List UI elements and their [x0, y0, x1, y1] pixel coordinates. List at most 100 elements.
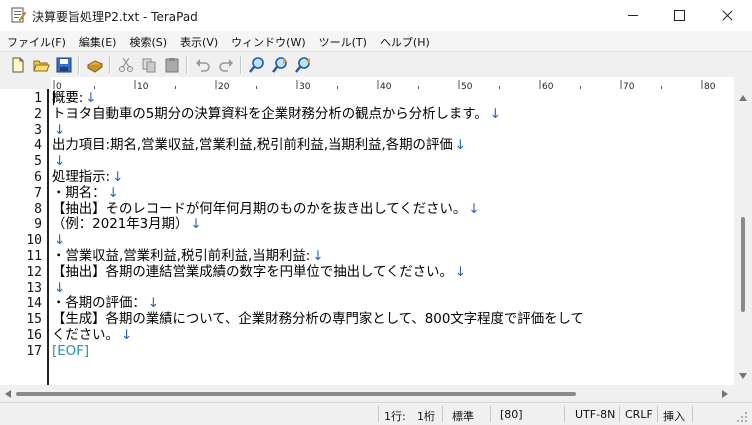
menu-help[interactable]: ヘルプ(H) — [373, 31, 436, 51]
status-separator — [692, 406, 693, 422]
undo-icon[interactable] — [194, 56, 212, 74]
newline-marker-icon: ↓ — [454, 264, 467, 280]
line-number: 7 — [34, 185, 42, 201]
newline-marker-icon: ↓ — [54, 233, 66, 249]
line-number: 6 — [34, 170, 42, 185]
vertical-scrollbar[interactable] — [734, 77, 752, 385]
toolbar-separator — [109, 56, 111, 74]
text-editor[interactable]: 1 2 3 4 5 6 7 8 9 10 11 12 13 14 15 16 17 概要: ↓ トヨタ自動車の5期分… — [0, 89, 734, 385]
maximize-icon — [673, 10, 685, 21]
status-newline: CRLF — [625, 408, 653, 421]
scroll-up-icon[interactable] — [739, 95, 747, 101]
line-number: 13 — [26, 280, 42, 296]
line-number: 15 — [26, 312, 42, 328]
text-line: 【抽出】各期の連結営業成績の数字を円単位で抽出してください。 ↓ — [52, 265, 466, 281]
minimize-button[interactable] — [610, 0, 656, 31]
text-line: ください。 ↓ — [52, 328, 132, 344]
text-line: 処理指示: ↓ — [52, 170, 123, 186]
menu-edit[interactable]: 編集(E) — [72, 31, 123, 51]
minimize-icon — [628, 15, 638, 16]
status-insert-mode: 挿入 — [663, 410, 685, 423]
line-number: 9 — [34, 217, 42, 233]
newline-marker-icon: ↓ — [489, 106, 501, 122]
line-text: ・営業収益,営業利益,税引前利益,当期利益: — [52, 249, 311, 264]
toolbar-separator — [186, 56, 188, 74]
line-number: 2 — [34, 106, 42, 122]
save-icon[interactable] — [55, 56, 73, 74]
horizontal-scrollbar[interactable] — [0, 385, 734, 402]
line-number-gutter: 1 2 3 4 5 6 7 8 9 10 11 12 13 14 15 16 17 — [0, 89, 49, 385]
line-number: 8 — [34, 201, 42, 217]
terapad-window: 決算要旨処理P2.txt - TeraPad ファイル(F) 編集(E) 検索(… — [0, 0, 752, 425]
scroll-right-icon[interactable] — [722, 390, 728, 398]
line-number: 14 — [26, 296, 42, 312]
status-column: 1桁 — [417, 410, 435, 423]
redo-icon[interactable] — [217, 56, 235, 74]
close-icon — [722, 10, 733, 21]
line-number: 1 — [34, 91, 42, 106]
open-folder-icon[interactable] — [32, 56, 50, 74]
text-line: ・営業収益,営業利益,税引前利益,当期利益: ↓ — [52, 249, 324, 265]
find-prev-icon[interactable] — [294, 56, 312, 74]
menu-search[interactable]: 検索(S) — [122, 31, 173, 51]
line-text: （例：2021年3月期） — [52, 217, 189, 233]
paste-icon[interactable] — [163, 56, 181, 74]
status-separator — [619, 406, 620, 422]
toolbar-separator — [240, 56, 242, 74]
line-text: 【生成】各期の業績について、企業財務分析の専門家として、800文字程度で評価をし… — [52, 312, 584, 328]
window-title: 決算要旨処理P2.txt - TeraPad — [32, 10, 198, 24]
cut-icon[interactable] — [117, 56, 135, 74]
title-bar[interactable]: 決算要旨処理P2.txt - TeraPad — [0, 0, 752, 31]
newline-marker-icon: ↓ — [454, 138, 466, 154]
text-line: 出力項目:期名,営業収益,営業利益,税引前利益,当期利益,各期の評価 ↓ — [52, 138, 466, 154]
status-separator — [564, 406, 565, 422]
line-text: 【抽出】そのレコードが何年何月期のものかを抜き出してください。 — [52, 201, 467, 217]
scroll-down-icon[interactable] — [739, 373, 747, 379]
status-bar: 1行: 1桁 標準 [80] UTF-8N CRLF 挿入 — [0, 402, 752, 425]
vertical-scroll-thumb[interactable] — [741, 217, 745, 312]
line-text: ・期名： — [52, 185, 106, 201]
text-line: ↓ — [52, 123, 65, 139]
print-icon[interactable] — [86, 56, 104, 74]
menu-file[interactable]: ファイル(F) — [0, 31, 72, 51]
newline-marker-icon: ↓ — [190, 217, 202, 233]
text-line: （例：2021年3月期） ↓ — [52, 217, 202, 233]
newline-marker-icon: ↓ — [54, 280, 66, 296]
text-line: [EOF] — [52, 344, 89, 360]
new-file-icon[interactable] — [9, 56, 27, 74]
resize-grip-icon[interactable] — [737, 411, 748, 422]
close-button[interactable] — [704, 0, 750, 31]
newline-marker-icon: ↓ — [120, 328, 133, 343]
menu-bar: ファイル(F) 編集(E) 検索(S) 表示(V) ウィンドウ(W) ツール(T… — [0, 31, 752, 51]
line-number: 16 — [26, 328, 42, 343]
menu-view[interactable]: 表示(V) — [173, 31, 224, 51]
text-line: ↓ — [52, 233, 65, 249]
line-text: トヨタ自動車の5期分の決算資料を企業財務分析の観点から分析します。 — [52, 106, 488, 122]
line-number: 12 — [26, 264, 42, 280]
horizontal-scroll-thumb[interactable] — [16, 392, 576, 396]
menu-tools[interactable]: ツール(T) — [312, 31, 373, 51]
line-text: 【抽出】各期の連結営業成績の数字を円単位で抽出してください。 — [52, 264, 453, 280]
text-line: ・各期の評価： ↓ — [52, 296, 159, 312]
newline-marker-icon: ↓ — [107, 185, 119, 201]
line-text: 概要: — [52, 91, 84, 106]
status-separator — [490, 406, 491, 422]
maximize-button[interactable] — [656, 0, 702, 31]
status-separator — [442, 406, 443, 422]
newline-marker-icon: ↓ — [54, 154, 66, 170]
copy-icon[interactable] — [140, 56, 158, 74]
text-line: 【抽出】そのレコードが何年何月期のものかを抜き出してください。 ↓ — [52, 202, 480, 218]
text-line: 【生成】各期の業績について、企業財務分析の専門家として、800文字程度で評価をし… — [52, 312, 584, 328]
line-number: 17 — [26, 343, 42, 359]
status-separator — [378, 406, 379, 422]
line-text: ・各期の評価： — [52, 296, 146, 312]
newline-marker-icon: ↓ — [112, 170, 124, 185]
find-next-icon[interactable] — [271, 56, 289, 74]
newline-marker-icon: ↓ — [468, 201, 480, 217]
find-icon[interactable] — [248, 56, 266, 74]
scroll-left-icon[interactable] — [5, 390, 11, 398]
status-encoding: UTF-8N — [575, 408, 616, 421]
menu-window[interactable]: ウィンドウ(W) — [224, 31, 311, 51]
text-line: ↓ — [52, 281, 65, 297]
toolbar — [0, 51, 752, 77]
